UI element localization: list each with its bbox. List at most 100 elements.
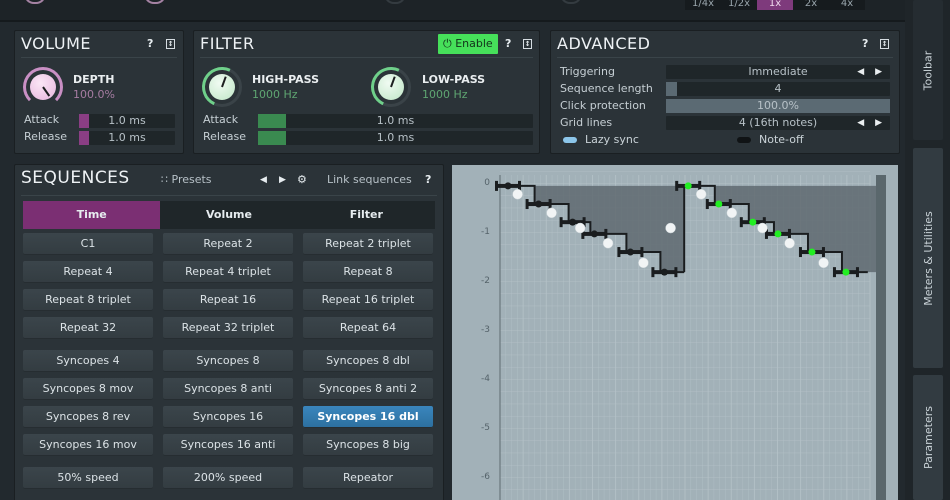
preset-button[interactable]: 200% speed (163, 467, 293, 489)
knob-edge[interactable] (24, 0, 46, 4)
preset-button[interactable]: Syncopes 8 (163, 350, 293, 372)
preset-button[interactable]: Repeator (303, 467, 433, 489)
lazy-sync-toggle[interactable]: Lazy sync (563, 133, 639, 146)
link-sequences-button[interactable]: Link sequences (327, 173, 412, 186)
preset-button[interactable]: Repeat 4 (23, 261, 153, 283)
preset-button[interactable]: Syncopes 16 anti (163, 434, 293, 456)
preset-button[interactable]: Repeat 16 (163, 289, 293, 311)
grid-lines-selector[interactable]: 4 (16th notes) ◀ ▶ (666, 116, 890, 130)
filter-release-slider[interactable]: 1.0 ms (258, 131, 533, 145)
divider (200, 57, 533, 58)
divider (21, 195, 437, 196)
triggering-selector[interactable]: Immediate ◀ ▶ (666, 65, 890, 79)
preset-button[interactable]: Syncopes 8 mov (23, 378, 153, 400)
top-knob-strip: 1/4x 1/2x 1x 2x 4x (0, 0, 905, 22)
prev-next-arrows[interactable]: ◀ ▶ (857, 116, 886, 130)
highpass-knob[interactable] (196, 61, 248, 113)
sequence-graph[interactable]: 0 -1 -2 -3 -4 -5 -6 (452, 165, 898, 500)
expand-icon[interactable]: ↕ (880, 39, 889, 49)
preset-button[interactable]: Repeat 32 (23, 317, 153, 339)
preset-button[interactable]: Repeat 2 (163, 233, 293, 255)
filter-attack-slider[interactable]: 1.0 ms (258, 114, 533, 128)
attack-value: 1.0 ms (108, 114, 146, 127)
step-node-cap (604, 228, 608, 239)
step-node-cap (675, 180, 679, 191)
attack-slider[interactable]: 1.0 ms (79, 114, 175, 128)
step-node-cap (787, 228, 791, 239)
tab-filter[interactable]: Filter (298, 201, 435, 229)
step-node-point (749, 218, 757, 226)
preset-button[interactable]: Repeat 4 triplet (163, 261, 293, 283)
zoom-option-active[interactable]: 1x (757, 0, 793, 10)
help-icon[interactable]: ? (425, 173, 431, 186)
prev-preset-icon[interactable]: ◀ (260, 175, 267, 185)
curve-handle (695, 188, 707, 200)
preset-button[interactable]: 50% speed (23, 467, 153, 489)
power-icon: ⏻ (443, 37, 452, 50)
curve-handle (757, 222, 768, 234)
tab-volume[interactable]: Volume (160, 201, 297, 229)
preset-button[interactable]: Repeat 2 triplet (303, 233, 433, 255)
preset-button[interactable]: Repeat 32 triplet (163, 317, 293, 339)
zoom-option[interactable]: 1/2x (721, 0, 757, 10)
divider (21, 57, 177, 58)
zoom-selector[interactable]: 1/4x 1/2x 1x 2x 4x (685, 0, 865, 10)
help-icon[interactable]: ? (147, 37, 153, 50)
sequence-length-slider[interactable]: 4 (666, 82, 890, 96)
preset-button[interactable]: Syncopes 16 mov (23, 434, 153, 456)
expand-icon[interactable]: ↕ (523, 39, 532, 49)
preset-button[interactable]: Syncopes 16 dbl (303, 406, 433, 428)
preset-button[interactable]: Syncopes 4 (23, 350, 153, 372)
preset-button[interactable]: Syncopes 8 anti (163, 378, 293, 400)
y-tick-label: -4 (481, 374, 490, 384)
zoom-option[interactable]: 2x (793, 0, 829, 10)
curve-handle (818, 257, 829, 269)
panel-title: ADVANCED (557, 34, 651, 53)
step-node-cap (705, 199, 709, 210)
tab-meters-utilities[interactable]: Meters & Utilities (913, 148, 943, 368)
zoom-option[interactable]: 1/4x (685, 0, 721, 10)
click-protection-slider[interactable]: 100.0% (666, 99, 890, 113)
release-slider[interactable]: 1.0 ms (79, 131, 175, 145)
preset-button[interactable]: Syncopes 8 rev (23, 406, 153, 428)
tab-parameters[interactable]: Parameters (913, 375, 943, 500)
preset-button[interactable]: Repeat 8 triplet (23, 289, 153, 311)
depth-knob[interactable] (23, 67, 63, 107)
zoom-option[interactable]: 4x (829, 0, 865, 10)
y-tick-label: -1 (481, 227, 490, 237)
prev-next-arrows[interactable]: ◀ ▶ (857, 65, 886, 79)
graph-canvas[interactable]: 0 -1 -2 -3 -4 -5 -6 (452, 165, 898, 500)
preset-button[interactable]: Repeat 16 triplet (303, 289, 433, 311)
enable-button[interactable]: ⏻ Enable (438, 34, 498, 54)
preset-button[interactable]: Repeat 64 (303, 317, 433, 339)
curve-handle (726, 207, 738, 219)
preset-button[interactable]: Syncopes 8 anti 2 (303, 378, 433, 400)
tab-toolbar[interactable]: Toolbar (913, 0, 943, 140)
step-node-point (774, 230, 782, 238)
lazy-sync-label: Lazy sync (585, 133, 639, 146)
knob-edge[interactable] (144, 0, 166, 4)
knob-edge[interactable] (560, 0, 582, 4)
randomize-icon[interactable]: ⚙ (297, 173, 307, 186)
curve-handle (784, 237, 795, 249)
step-node-cap (548, 199, 552, 210)
attack-label: Attack (203, 113, 239, 126)
y-tick-label: -6 (481, 472, 490, 482)
expand-icon[interactable]: ↕ (166, 39, 175, 49)
next-preset-icon[interactable]: ▶ (279, 175, 286, 185)
presets-button[interactable]: ∷ Presets (161, 173, 212, 186)
preset-button[interactable]: Syncopes 16 (163, 406, 293, 428)
preset-button[interactable]: Syncopes 8 big (303, 434, 433, 456)
preset-button[interactable]: Syncopes 8 dbl (303, 350, 433, 372)
step-node-point (626, 248, 634, 256)
note-off-toggle[interactable]: Note-off (737, 133, 804, 146)
speed-presets: 50% speed 200% speed Repeator (23, 467, 433, 489)
help-icon[interactable]: ? (862, 37, 868, 50)
knob-edge[interactable] (384, 0, 406, 4)
preset-button[interactable]: Repeat 8 (303, 261, 433, 283)
step-node-cap (739, 217, 743, 228)
tab-time[interactable]: Time (23, 201, 161, 229)
help-icon[interactable]: ? (505, 37, 511, 50)
lowpass-knob[interactable] (365, 61, 417, 113)
preset-button[interactable]: C1 (23, 233, 153, 255)
